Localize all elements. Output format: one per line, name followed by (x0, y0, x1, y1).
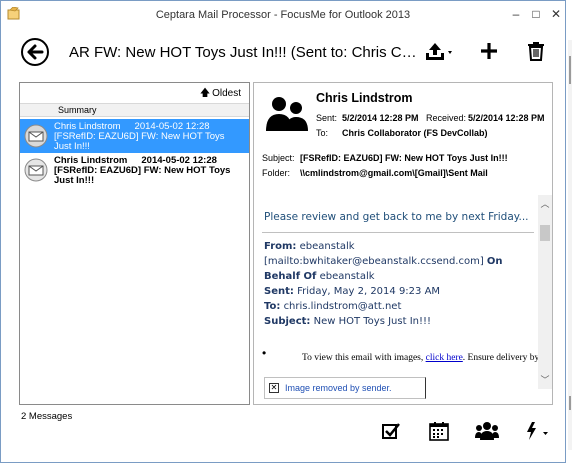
scroll-up-icon[interactable]: ︿ (538, 197, 552, 210)
sent-label: Sent: (316, 113, 338, 123)
checkbox-icon (382, 423, 400, 439)
broken-image-icon: ✕ (269, 383, 279, 393)
group-icon (475, 422, 499, 440)
mail-icon (24, 124, 48, 148)
calendar-icon (429, 422, 449, 441)
subject-value: [FSRefID: EAZU6D] FW: New HOT Toys Just … (300, 153, 508, 163)
title-bar: Ceptara Mail Processor - FocusMe for Out… (1, 1, 565, 29)
summary-column-header[interactable]: Summary (20, 103, 249, 117)
message-body[interactable]: Please review and get back to me by next… (262, 195, 538, 403)
sort-oldest-button[interactable]: 🡅 Oldest (200, 86, 241, 103)
reading-pane: Chris Lindstrom Sent: 5/2/2014 12:28 PM … (253, 82, 553, 405)
fwd-sent-label: Sent: (264, 286, 294, 297)
contacts-button[interactable] (475, 421, 499, 444)
to-value: Chris Collaborator (FS DevCollab) (342, 128, 488, 138)
message-subject-title: AR FW: New HOT Toys Just In!!! (Sent to:… (69, 44, 417, 61)
subject-label: Subject: (262, 153, 295, 163)
list-item[interactable]: Chris Lindstrom 2014-05-02 12:28 [FSRefID… (20, 153, 249, 187)
sender-name: Chris Lindstrom (316, 91, 413, 105)
sent-value: 5/2/2014 12:28 PM (342, 113, 419, 123)
message-count: 2 Messages (21, 411, 73, 422)
background-window-edge (568, 40, 572, 450)
fwd-subject-label: Subject: (264, 316, 311, 327)
lightning-icon (527, 422, 548, 440)
fwd-to-value: chris.lindstrom@att.net (283, 301, 402, 312)
image-removed-text: Image removed by sender. (285, 383, 392, 393)
view-images-text: To view this email with images, (302, 353, 424, 363)
fwd-from-value: ebeanstalk (299, 241, 355, 252)
scroll-down-icon[interactable]: ﹀ (538, 373, 552, 386)
list-item-subject: [FSRefID: EAZU6D] FW: New HOT Toys Just … (54, 165, 231, 186)
upload-icon (426, 43, 452, 60)
folder-value: \\cmlindstrom@gmail.com\[Gmail]\Sent Mai… (300, 168, 488, 178)
received-value: 5/2/2014 12:28 PM (468, 113, 545, 123)
back-arrow-icon (27, 44, 44, 60)
bullet: • (262, 346, 267, 360)
view-images-tail: . Ensure delivery by ac (462, 353, 538, 363)
maximize-button[interactable]: □ (527, 6, 545, 22)
vertical-scrollbar[interactable]: ︿ ﹀ (538, 195, 552, 389)
fwd-mailto: [mailto:bwhitaker@ebeanstalk.ccsend.com] (264, 256, 484, 267)
fwd-subject-value: New HOT Toys Just In!!! (313, 316, 432, 327)
message-list-panel: 🡅 Oldest Summary Chris Lindstrom 2014-05-0… (19, 82, 250, 405)
mark-done-button[interactable] (381, 421, 401, 444)
list-toolbar: 🡅 Oldest (20, 83, 249, 101)
list-item-subject: [FSRefID: EAZU6D] FW: New HOT Toys Just … (54, 131, 225, 152)
mail-icon (24, 158, 48, 182)
click-here-link[interactable]: click here (426, 353, 463, 363)
delete-button[interactable] (527, 41, 545, 64)
received-label: Received: (426, 113, 467, 123)
calendar-button[interactable] (429, 421, 449, 444)
app-window: Ceptara Mail Processor - FocusMe for Out… (0, 0, 566, 463)
contact-group-icon (266, 97, 308, 131)
fwd-from-label: From: (264, 241, 297, 252)
body-separator (262, 232, 534, 233)
fwd-to-label: To: (264, 301, 281, 312)
fwd-sent-value: Friday, May 2, 2014 9:23 AM (297, 286, 441, 297)
actions-button[interactable] (523, 421, 551, 444)
back-button[interactable] (21, 38, 49, 66)
trash-icon (528, 42, 544, 61)
window-title: Ceptara Mail Processor - FocusMe for Out… (155, 9, 411, 21)
close-button[interactable]: ✕ (547, 6, 565, 22)
sort-label: Oldest (212, 88, 241, 99)
add-button[interactable] (479, 41, 499, 64)
upload-button[interactable] (425, 41, 455, 66)
to-label: To: (316, 128, 329, 138)
plus-icon (481, 43, 497, 59)
scrollbar-thumb[interactable] (540, 225, 550, 241)
fwd-on-behalf-value: ebeanstalk (319, 271, 375, 282)
view-images-line: To view this email with images, click he… (302, 353, 538, 363)
body-first-line: Please review and get back to me by next… (264, 211, 529, 223)
summary-header-label: Summary (58, 105, 97, 115)
minimize-button[interactable]: – (507, 6, 525, 22)
forward-header: From: ebeanstalk [mailto:bwhitaker@ebean… (264, 239, 534, 329)
image-placeholder: ✕ Image removed by sender. (264, 377, 426, 399)
folder-label: Folder: (262, 168, 291, 178)
list-item[interactable]: Chris Lindstrom 2014-05-02 12:28 [FSRefID… (20, 119, 249, 153)
up-arrow-icon: 🡅 (199, 88, 211, 99)
